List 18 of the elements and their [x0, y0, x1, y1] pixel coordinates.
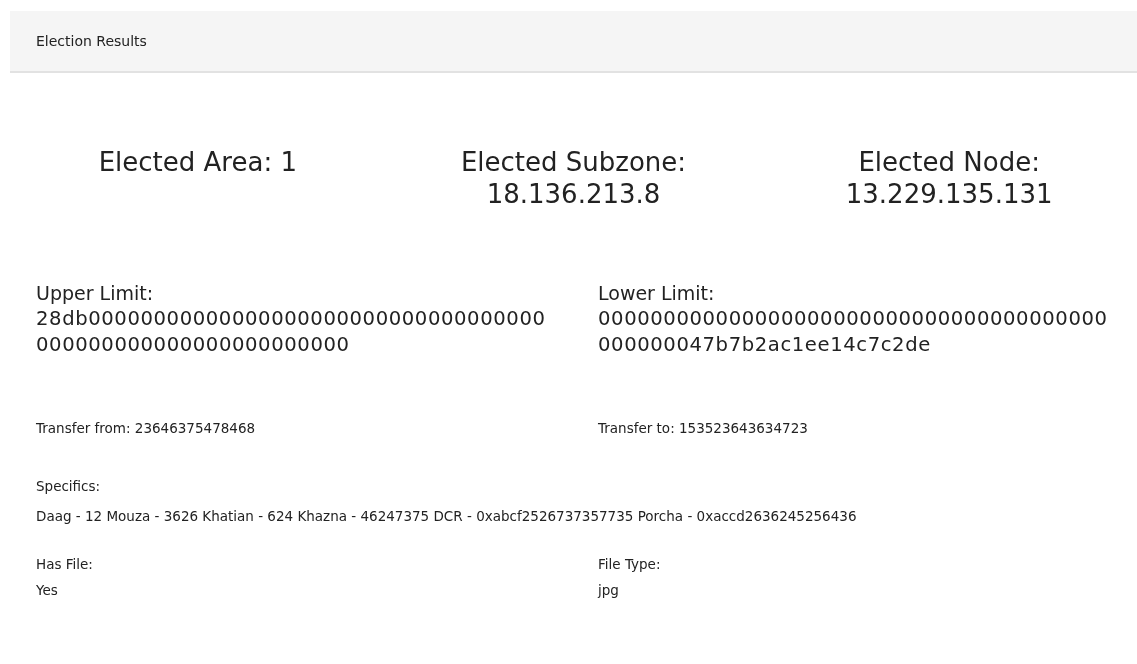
- specifics-label: Specifics:: [36, 477, 102, 496]
- specifics-value: Daag - 12 Mouza - 3626 Khatian - 624 Khazna - 46247375 DCR - 0xabcf2526737357735 Porcha - 0xaccd2636245256436: [36, 507, 858, 526]
- elected-label: Elected Area: 1: [97, 146, 298, 178]
- limit-label: Lower Limit:: [598, 281, 716, 306]
- elected-label: Elected Subzone:: [459, 146, 688, 178]
- file-value: jpg: [598, 582, 620, 598]
- transfer-text: Transfer to: 153523643634723: [598, 420, 809, 436]
- limit-value: 28db00000000000000000000000000000000000000000000000000000000000: [36, 306, 547, 358]
- elected-value: 18.136.213.8: [485, 178, 662, 210]
- elected-value: 13.229.135.131: [844, 178, 1054, 210]
- limit-value: 000000000000000000000000000000000000000000000047b7b2ac1ee14c7c2de: [598, 306, 1109, 358]
- file-value: Yes: [36, 582, 59, 598]
- file-label: Has File:: [36, 556, 94, 572]
- elected-label: Elected Node:: [857, 146, 1041, 178]
- transfer-text: Transfer from: 23646375478468: [36, 420, 257, 436]
- limit-label: Upper Limit:: [36, 281, 155, 306]
- file-label: File Type:: [598, 556, 662, 572]
- panel-title: Election Results: [36, 33, 147, 49]
